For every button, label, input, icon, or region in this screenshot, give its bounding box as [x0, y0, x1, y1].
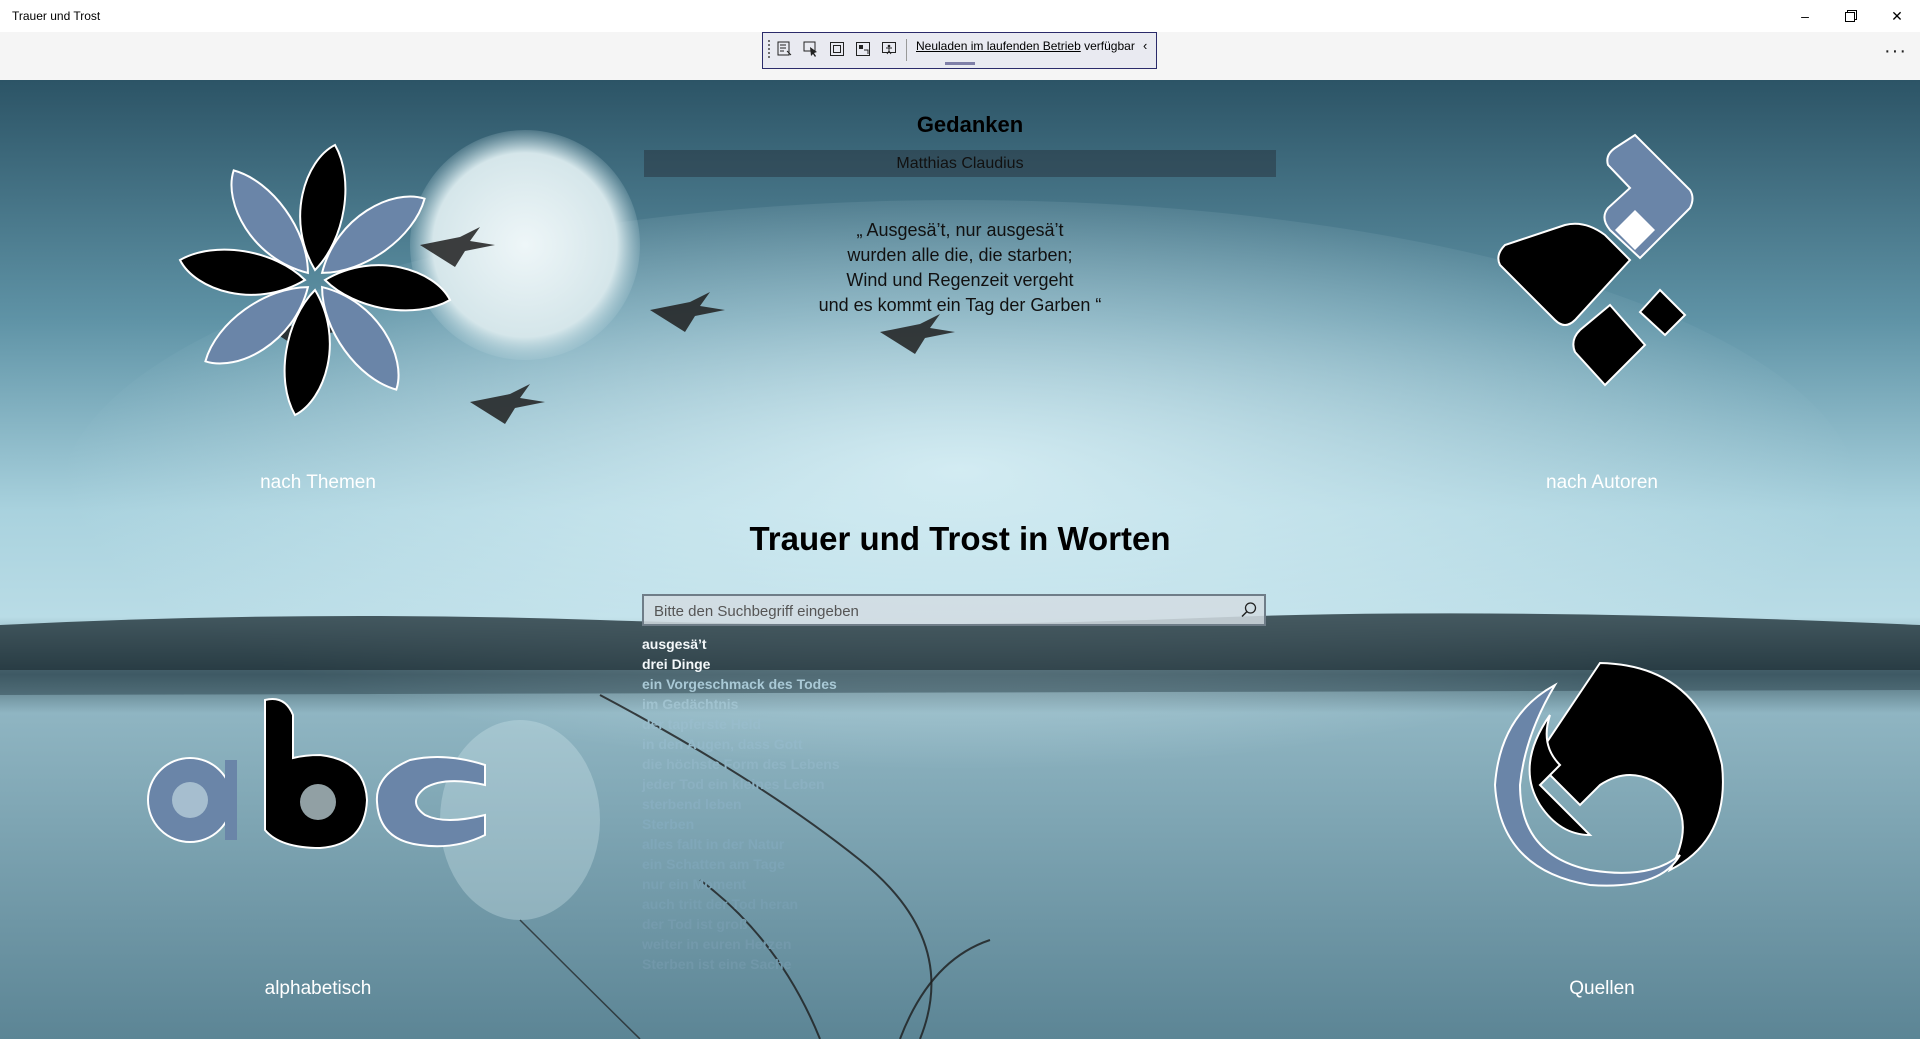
- collapse-toolbar-button[interactable]: ‹: [1143, 38, 1147, 53]
- accessibility-icon: [882, 42, 896, 55]
- search-input[interactable]: [652, 600, 1236, 622]
- suggestion-item[interactable]: in den Augen, dass Gott: [642, 734, 942, 754]
- accessibility-checker-button[interactable]: [879, 39, 899, 59]
- track-focus-icon: [856, 42, 870, 56]
- authors-tile[interactable]: [1480, 130, 1720, 430]
- live-visual-tree-button[interactable]: [775, 39, 795, 59]
- suggestion-item[interactable]: nur ein Moment: [642, 874, 942, 894]
- minimize-button[interactable]: –: [1782, 0, 1828, 32]
- suggestion-item[interactable]: die höchste Form des Lebens: [642, 754, 942, 774]
- alphabetical-tile[interactable]: [145, 690, 495, 860]
- cursor-select-icon: [803, 41, 817, 57]
- suggestion-item[interactable]: jeder Tod ein kleines Leben: [642, 774, 942, 794]
- main-area: nach Themen nach Autoren alphabetisch Qu…: [0, 80, 1920, 1039]
- poem-line: und es kommt ein Tag der Garben “: [818, 295, 1102, 315]
- diamonds-icon: [1497, 133, 1694, 387]
- suggestion-item[interactable]: im Gedächtnis: [642, 694, 942, 714]
- search-icon[interactable]: [1240, 601, 1258, 619]
- poem-line: Wind und Regenzeit vergeht: [846, 270, 1074, 290]
- swirl-icon: [1493, 661, 1724, 887]
- pinwheel-icon: [178, 143, 452, 417]
- suggestion-item[interactable]: drei Dinge: [642, 654, 942, 674]
- hot-reload-link[interactable]: Neuladen im laufenden Betrieb: [916, 39, 1081, 53]
- toolbar-separator: [906, 39, 907, 61]
- suggestion-item[interactable]: der tapferste Held: [642, 714, 942, 734]
- search-box[interactable]: [642, 594, 1266, 626]
- suggestion-item[interactable]: ein Vorgeschmack des Todes: [642, 674, 942, 694]
- track-focus-button[interactable]: [853, 39, 873, 59]
- restore-icon: [1845, 10, 1857, 22]
- toolbar-handle[interactable]: [945, 62, 975, 65]
- suggestion-item[interactable]: Sterben ist eine Sache: [642, 954, 942, 974]
- poem-title: Gedanken: [916, 112, 1024, 137]
- suggestion-item[interactable]: weiter in euren Herzen: [642, 934, 942, 954]
- suggestion-item[interactable]: Sterben: [642, 814, 942, 834]
- display-layout-adorners-button[interactable]: [827, 39, 847, 59]
- layout-adorner-icon: [830, 42, 844, 56]
- sources-tile[interactable]: [1480, 655, 1740, 915]
- app-heading: Trauer und Trost in Worten: [749, 520, 1171, 557]
- suggestion-item[interactable]: alles fallt in der Natur: [642, 834, 942, 854]
- sources-label[interactable]: Quellen: [1472, 978, 1732, 1000]
- poem-line: wurden alle die, die starben;: [847, 245, 1073, 265]
- more-options-button[interactable]: ···: [1884, 40, 1907, 63]
- window-title: Trauer und Trost: [12, 9, 101, 23]
- hot-reload-suffix: verfügbar: [1080, 39, 1135, 53]
- close-button[interactable]: ✕: [1874, 0, 1920, 32]
- drag-grip-icon[interactable]: [767, 39, 771, 59]
- alphabetical-label[interactable]: alphabetisch: [188, 978, 448, 1000]
- authors-label[interactable]: nach Autoren: [1472, 472, 1732, 494]
- hot-reload-status: Neuladen im laufenden Betrieb verfügbar: [916, 39, 1135, 53]
- suggestion-item[interactable]: sterbend leben: [642, 794, 942, 814]
- abc-icon: [147, 698, 486, 850]
- suggestion-item[interactable]: der Tod ist groß: [642, 914, 942, 934]
- poem-author: Matthias Claudius: [644, 150, 1276, 177]
- select-element-button[interactable]: [801, 39, 821, 59]
- title-bar: Trauer und Trost – ✕: [0, 0, 1920, 32]
- themes-label[interactable]: nach Themen: [188, 472, 448, 494]
- suggestion-item[interactable]: ausgesä’t: [642, 634, 942, 654]
- poem-quote: „ Ausgesä’t, nur ausgesä’t wurden alle d…: [760, 218, 1160, 318]
- suggestion-item[interactable]: ein Schatten am Tage: [642, 854, 942, 874]
- themes-tile[interactable]: [175, 130, 465, 500]
- visual-tree-icon: [777, 41, 792, 56]
- maximize-button[interactable]: [1828, 0, 1874, 32]
- debug-toolbar: Neuladen im laufenden Betrieb verfügbar …: [762, 32, 1157, 69]
- suggestion-list: ausgesä’t drei Dinge ein Vorgeschmack de…: [642, 634, 942, 974]
- suggestion-item[interactable]: auch tritt der Tod heran: [642, 894, 942, 914]
- poem-line: „ Ausgesä’t, nur ausgesä’t: [856, 220, 1064, 240]
